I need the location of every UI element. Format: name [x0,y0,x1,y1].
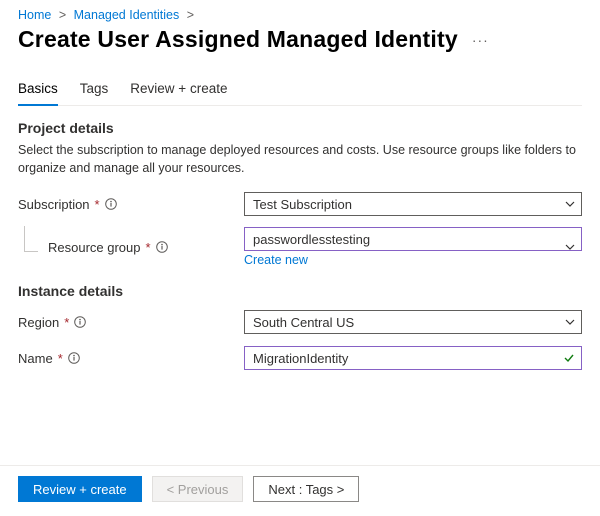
info-icon[interactable] [105,198,117,210]
info-icon[interactable] [68,352,80,364]
tab-basics[interactable]: Basics [18,75,58,106]
name-value: MigrationIdentity [253,351,348,366]
tab-tags[interactable]: Tags [80,75,109,105]
required-marker: * [146,240,151,255]
subscription-value: Test Subscription [253,197,352,212]
info-icon[interactable] [156,241,168,253]
chevron-right-icon: > [59,8,66,22]
resource-group-label: Resource group * [18,240,244,255]
resource-group-dropdown[interactable]: passwordlesstesting [244,227,582,251]
tab-review-create[interactable]: Review + create [130,75,227,105]
previous-button: < Previous [152,476,244,502]
instance-details-heading: Instance details [18,283,582,299]
review-create-button[interactable]: Review + create [18,476,142,502]
resource-group-value: passwordlesstesting [253,232,370,247]
chevron-right-icon: > [187,8,194,22]
create-new-link[interactable]: Create new [244,253,582,267]
breadcrumb: Home > Managed Identities > [18,8,582,22]
region-value: South Central US [253,315,354,330]
required-marker: * [95,197,100,212]
breadcrumb-managed-identities[interactable]: Managed Identities [74,8,180,22]
region-dropdown[interactable]: South Central US [244,310,582,334]
subscription-dropdown[interactable]: Test Subscription [244,192,582,216]
wizard-footer: Review + create < Previous Next : Tags > [0,465,600,516]
project-details-heading: Project details [18,120,582,136]
name-input[interactable]: MigrationIdentity [244,346,582,370]
region-label: Region * [18,315,244,330]
breadcrumb-home[interactable]: Home [18,8,51,22]
tab-strip: Basics Tags Review + create [18,75,582,106]
next-button[interactable]: Next : Tags > [253,476,359,502]
page-title: Create User Assigned Managed Identity [18,26,458,53]
more-actions-button[interactable]: ··· [472,32,489,48]
required-marker: * [64,315,69,330]
name-label: Name * [18,351,244,366]
info-icon[interactable] [74,316,86,328]
project-details-desc: Select the subscription to manage deploy… [18,142,582,177]
required-marker: * [58,351,63,366]
subscription-label: Subscription * [18,197,244,212]
